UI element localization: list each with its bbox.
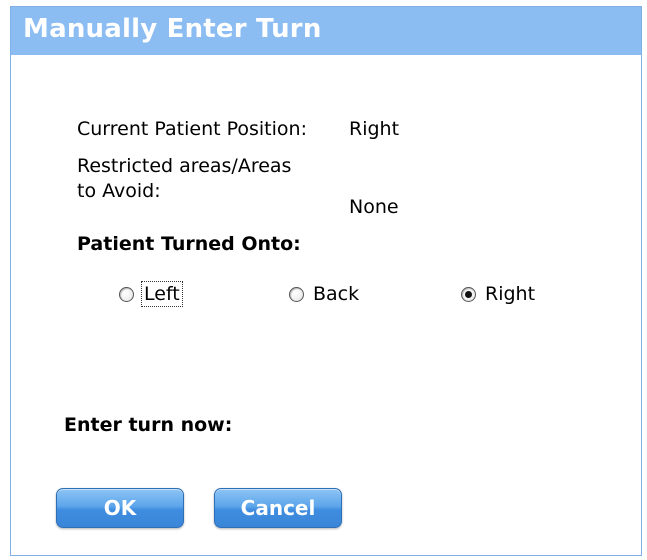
- current-position-value: Right: [349, 118, 400, 140]
- restricted-areas-label-line1: Restricted areas/Areas: [77, 155, 292, 177]
- dialog-titlebar: Manually Enter Turn: [11, 7, 641, 55]
- radio-left-circle[interactable]: [119, 286, 134, 302]
- radio-back[interactable]: Back: [289, 281, 359, 307]
- patient-turned-onto-heading: Patient Turned Onto:: [77, 233, 301, 255]
- radio-left[interactable]: Left: [119, 281, 183, 307]
- restricted-areas-value: None: [349, 196, 399, 218]
- radio-right-label[interactable]: Right: [485, 283, 535, 305]
- dialog-title: Manually Enter Turn: [23, 14, 322, 44]
- radio-left-label[interactable]: Left: [141, 281, 183, 307]
- radio-right-circle[interactable]: [461, 286, 476, 302]
- current-position-label: Current Patient Position:: [77, 118, 307, 140]
- radio-right[interactable]: Right: [461, 281, 535, 307]
- radio-back-circle[interactable]: [289, 286, 304, 302]
- restricted-areas-label-line2: to Avoid:: [77, 180, 161, 202]
- ok-button[interactable]: OK: [56, 488, 184, 528]
- manual-turn-dialog: Manually Enter Turn Current Patient Posi…: [10, 6, 642, 556]
- cancel-button[interactable]: Cancel: [214, 488, 342, 528]
- enter-turn-now-label: Enter turn now:: [64, 414, 233, 436]
- radio-back-label[interactable]: Back: [313, 283, 359, 305]
